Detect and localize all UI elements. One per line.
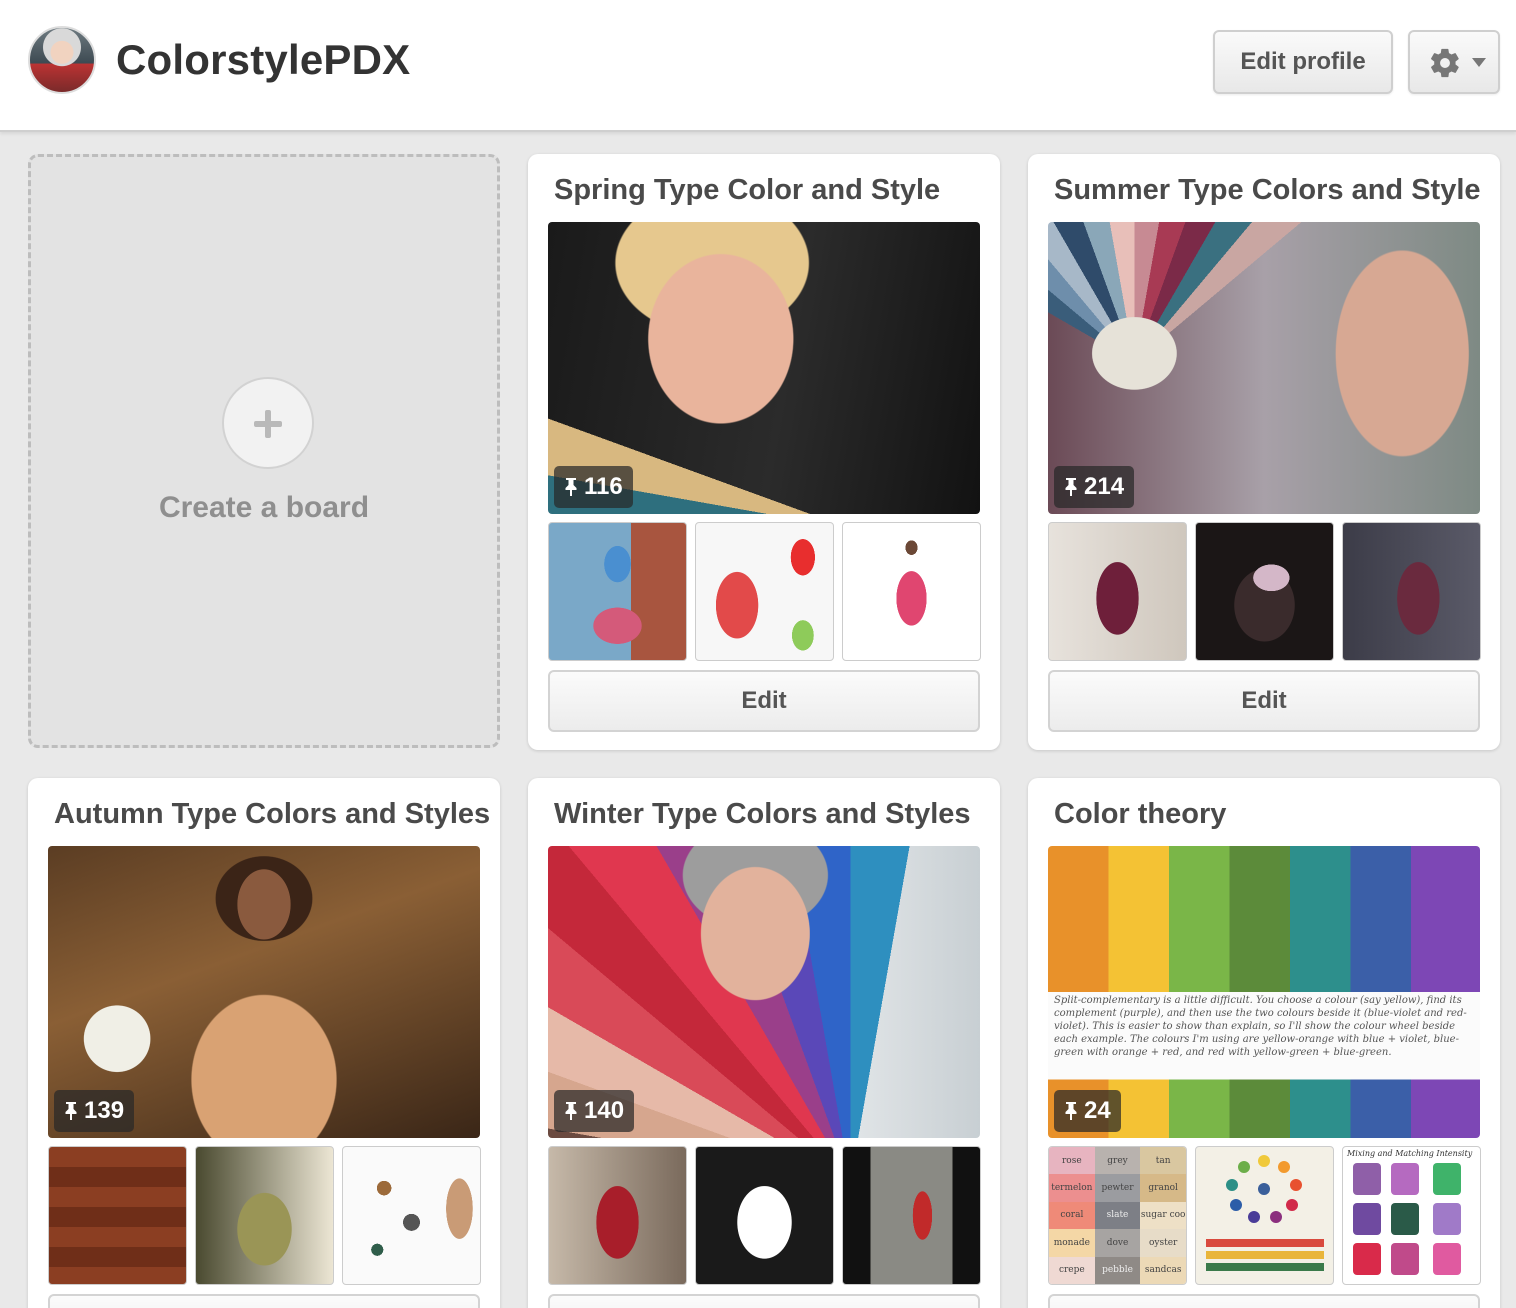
create-board-tile[interactable]: Create a board xyxy=(28,154,500,748)
swatch-label: sugar coo xyxy=(1140,1201,1186,1230)
thumbnail-image[interactable] xyxy=(48,1146,187,1285)
edit-profile-button[interactable]: Edit profile xyxy=(1213,30,1393,94)
swatch-label: slate xyxy=(1094,1201,1141,1230)
swatch-label: rose xyxy=(1049,1147,1095,1175)
pin-count: 116 xyxy=(584,473,623,500)
board-cover-image[interactable]: Split-complementary is a little difficul… xyxy=(1048,846,1480,1138)
settings-button[interactable] xyxy=(1408,30,1500,94)
avatar[interactable] xyxy=(28,26,96,94)
swatch-label: tan xyxy=(1140,1147,1186,1175)
pin-icon xyxy=(1065,478,1077,496)
board-thumbnails xyxy=(1048,522,1481,661)
board-card-autumn[interactable]: Autumn Type Colors and Styles 139 xyxy=(28,778,500,1308)
thumbnail-image[interactable]: Mixing and Matching Intensity xyxy=(1342,1146,1481,1285)
thumbnail-image[interactable] xyxy=(1342,522,1481,661)
thumbnail-image[interactable] xyxy=(1048,522,1187,661)
thumbnail-image[interactable] xyxy=(548,1146,687,1285)
swatch-label: oyster xyxy=(1140,1229,1186,1257)
create-board-label: Create a board xyxy=(158,491,370,524)
pin-count: 140 xyxy=(584,1097,625,1124)
board-cover-image[interactable]: 116 xyxy=(548,222,980,514)
board-thumbnails xyxy=(548,1146,981,1285)
thumbnail-image[interactable] xyxy=(695,1146,834,1285)
swatch-label: pewter xyxy=(1094,1174,1141,1202)
swatch-label: coral xyxy=(1049,1201,1095,1230)
edit-board-button[interactable]: Edit xyxy=(548,670,980,732)
board-thumbnails xyxy=(48,1146,481,1285)
board-card-spring[interactable]: Spring Type Color and Style 116 Edit xyxy=(528,154,1000,750)
pin-count-badge: 139 xyxy=(54,1090,135,1132)
edit-board-button[interactable]: Edit xyxy=(1048,670,1480,732)
thumbnail-image[interactable] xyxy=(1195,1146,1334,1285)
thumbnail-image[interactable]: rose grey tan termelon pewter granol cor… xyxy=(1048,1146,1187,1285)
gear-icon xyxy=(1431,48,1459,78)
pin-count-badge: 116 xyxy=(554,466,633,508)
thumbnail-caption: Mixing and Matching Intensity xyxy=(1347,1149,1473,1158)
pin-count-badge: 214 xyxy=(1054,466,1135,508)
pin-count-badge: 24 xyxy=(1054,1090,1121,1132)
board-title: Winter Type Colors and Styles xyxy=(554,798,971,830)
thumbnail-image[interactable] xyxy=(1195,522,1334,661)
thumbnail-image[interactable] xyxy=(695,522,834,661)
board-thumbnails xyxy=(548,522,981,661)
board-card-color-theory[interactable]: Color theory Split-complementary is a li… xyxy=(1028,778,1500,1308)
pin-count: 214 xyxy=(1084,473,1125,500)
swatch-label: termelon xyxy=(1049,1174,1095,1202)
thumbnail-image[interactable] xyxy=(342,1146,481,1285)
swatch-label: sandcas xyxy=(1140,1256,1186,1284)
board-title: Summer Type Colors and Style xyxy=(1054,174,1481,206)
pin-icon xyxy=(565,1102,577,1120)
swatch-label: monade xyxy=(1049,1229,1095,1257)
chevron-down-icon xyxy=(1472,58,1486,67)
board-thumbnails: rose grey tan termelon pewter granol cor… xyxy=(1048,1146,1481,1285)
pin-count-badge: 140 xyxy=(554,1090,635,1132)
edit-board-button[interactable] xyxy=(1048,1294,1480,1308)
profile-username: ColorstylePDX xyxy=(116,36,411,83)
thumbnail-image[interactable] xyxy=(195,1146,334,1285)
board-card-winter[interactable]: Winter Type Colors and Styles 140 xyxy=(528,778,1000,1308)
board-title: Spring Type Color and Style xyxy=(554,174,941,206)
board-title: Autumn Type Colors and Styles xyxy=(54,798,491,830)
swatch-label: grey xyxy=(1094,1147,1141,1175)
board-cover-image[interactable]: 139 xyxy=(48,846,480,1138)
thumbnail-image[interactable] xyxy=(548,522,687,661)
swatch-label: crepe xyxy=(1049,1256,1095,1284)
board-title: Color theory xyxy=(1054,798,1227,830)
thumbnail-image[interactable] xyxy=(842,522,981,661)
pin-count: 139 xyxy=(84,1097,125,1124)
thumbnail-image[interactable] xyxy=(842,1146,981,1285)
board-card-summer[interactable]: Summer Type Colors and Style 214 Edit xyxy=(1028,154,1500,750)
pin-icon xyxy=(65,1102,77,1120)
pin-count: 24 xyxy=(1084,1097,1111,1124)
swatch-label: pebble xyxy=(1094,1256,1141,1284)
profile-header: ColorstylePDX Edit profile xyxy=(0,0,1516,132)
pin-icon xyxy=(1065,1102,1077,1120)
board-cover-image[interactable]: 214 xyxy=(1048,222,1480,514)
swatch-label: granol xyxy=(1140,1174,1186,1202)
edit-board-button[interactable] xyxy=(48,1294,480,1308)
cover-image-text: Split-complementary is a little difficul… xyxy=(1054,995,1467,1058)
pin-icon xyxy=(565,478,577,496)
swatch-label: dove xyxy=(1094,1229,1141,1257)
board-cover-image[interactable]: 140 xyxy=(548,846,980,1138)
edit-board-button[interactable] xyxy=(548,1294,980,1308)
plus-icon xyxy=(222,377,314,469)
